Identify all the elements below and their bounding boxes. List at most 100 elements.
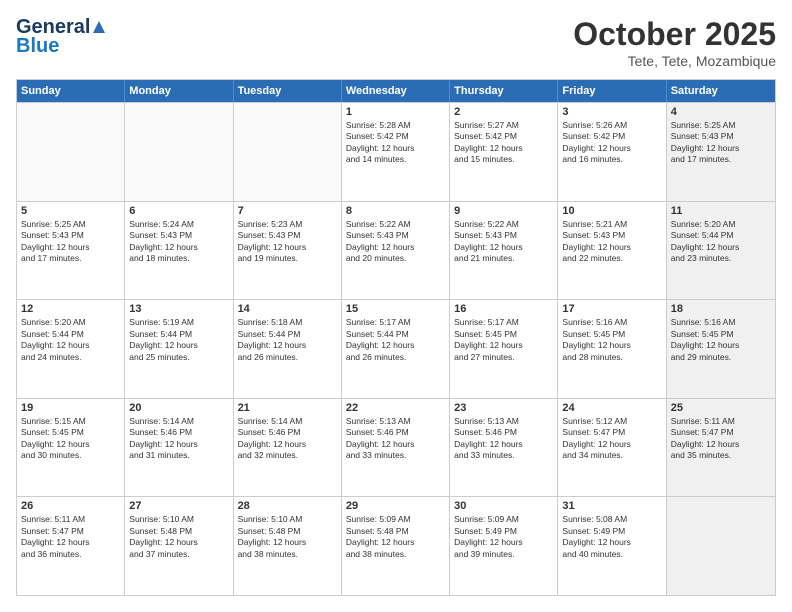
- cell-info: Sunrise: 5:27 AM Sunset: 5:42 PM Dayligh…: [454, 120, 553, 166]
- calendar-row-0: 1Sunrise: 5:28 AM Sunset: 5:42 PM Daylig…: [17, 102, 775, 201]
- calendar-header: SundayMondayTuesdayWednesdayThursdayFrid…: [17, 80, 775, 102]
- calendar-cell: 29Sunrise: 5:09 AM Sunset: 5:48 PM Dayli…: [342, 497, 450, 595]
- cell-info: Sunrise: 5:14 AM Sunset: 5:46 PM Dayligh…: [129, 416, 228, 462]
- cell-info: Sunrise: 5:15 AM Sunset: 5:45 PM Dayligh…: [21, 416, 120, 462]
- cell-info: Sunrise: 5:25 AM Sunset: 5:43 PM Dayligh…: [21, 219, 120, 265]
- cell-info: Sunrise: 5:12 AM Sunset: 5:47 PM Dayligh…: [562, 416, 661, 462]
- day-number: 10: [562, 205, 661, 217]
- cell-info: Sunrise: 5:25 AM Sunset: 5:43 PM Dayligh…: [671, 120, 771, 166]
- cell-info: Sunrise: 5:20 AM Sunset: 5:44 PM Dayligh…: [21, 317, 120, 363]
- calendar: SundayMondayTuesdayWednesdayThursdayFrid…: [16, 79, 776, 596]
- calendar-cell: [17, 103, 125, 201]
- cell-info: Sunrise: 5:16 AM Sunset: 5:45 PM Dayligh…: [562, 317, 661, 363]
- logo: General Blue: [16, 16, 106, 58]
- day-number: 27: [129, 500, 228, 512]
- month-title: October 2025: [573, 16, 776, 53]
- cell-info: Sunrise: 5:21 AM Sunset: 5:43 PM Dayligh…: [562, 219, 661, 265]
- cell-info: Sunrise: 5:17 AM Sunset: 5:45 PM Dayligh…: [454, 317, 553, 363]
- day-number: 25: [671, 402, 771, 414]
- calendar-cell: 20Sunrise: 5:14 AM Sunset: 5:46 PM Dayli…: [125, 399, 233, 497]
- day-number: 23: [454, 402, 553, 414]
- day-number: 2: [454, 106, 553, 118]
- cell-info: Sunrise: 5:22 AM Sunset: 5:43 PM Dayligh…: [454, 219, 553, 265]
- day-number: 29: [346, 500, 445, 512]
- calendar-cell: 30 Sunrise: 5:09 AM Sunset: 5:49 PM Dayli…: [450, 497, 558, 595]
- cell-info: Sunrise: 5:24 AM Sunset: 5:43 PM Dayligh…: [129, 219, 228, 265]
- day-number: 1: [346, 106, 445, 118]
- calendar-cell: 31 Sunrise: 5:08 AM Sunset: 5:49 PM Dayli…: [558, 497, 666, 595]
- calendar-cell: 27 Sunrise: 5:10 AM Sunset: 5:48 PM Dayli…: [125, 497, 233, 595]
- day-number: 9: [454, 205, 553, 217]
- page: General Blue October 2025 Tete, Tete, Mo…: [0, 0, 792, 612]
- cell-info: Sunrise: 5:19 AM Sunset: 5:44 PM Dayligh…: [129, 317, 228, 363]
- cell-info: Sunrise: 5:08 AM Sunset: 5:49 PM Dayligh…: [562, 514, 661, 560]
- calendar-cell: 19 Sunrise: 5:15 AM Sunset: 5:45 PM Dayli…: [17, 399, 125, 497]
- calendar-cell: 24 Sunrise: 5:12 AM Sunset: 5:47 PM Dayli…: [558, 399, 666, 497]
- calendar-cell: 4 Sunrise: 5:25 AM Sunset: 5:43 PM Daylig…: [667, 103, 775, 201]
- cell-info: Sunrise: 5:10 AM Sunset: 5:48 PM Dayligh…: [129, 514, 228, 560]
- day-number: 13: [129, 303, 228, 315]
- calendar-cell: 22Sunrise: 5:13 AM Sunset: 5:46 PM Dayli…: [342, 399, 450, 497]
- day-number: 24: [562, 402, 661, 414]
- calendar-cell: 13 Sunrise: 5:19 AM Sunset: 5:44 PM Dayli…: [125, 300, 233, 398]
- calendar-cell: 7Sunrise: 5:23 AM Sunset: 5:43 PM Daylig…: [234, 202, 342, 300]
- logo-blue-text: Blue: [16, 35, 59, 58]
- day-number: 5: [21, 205, 120, 217]
- day-number: 6: [129, 205, 228, 217]
- calendar-cell: 14Sunrise: 5:18 AM Sunset: 5:44 PM Dayli…: [234, 300, 342, 398]
- cell-info: Sunrise: 5:16 AM Sunset: 5:45 PM Dayligh…: [671, 317, 771, 363]
- calendar-cell: 1Sunrise: 5:28 AM Sunset: 5:42 PM Daylig…: [342, 103, 450, 201]
- cell-info: Sunrise: 5:09 AM Sunset: 5:49 PM Dayligh…: [454, 514, 553, 560]
- cell-info: Sunrise: 5:11 AM Sunset: 5:47 PM Dayligh…: [21, 514, 120, 560]
- cell-info: Sunrise: 5:26 AM Sunset: 5:42 PM Dayligh…: [562, 120, 661, 166]
- day-number: 12: [21, 303, 120, 315]
- weekday-header-wednesday: Wednesday: [342, 80, 450, 102]
- cell-info: Sunrise: 5:13 AM Sunset: 5:46 PM Dayligh…: [346, 416, 445, 462]
- day-number: 19: [21, 402, 120, 414]
- calendar-cell: 21 Sunrise: 5:14 AM Sunset: 5:46 PM Dayli…: [234, 399, 342, 497]
- calendar-cell: 17 Sunrise: 5:16 AM Sunset: 5:45 PM Dayli…: [558, 300, 666, 398]
- calendar-body: 1Sunrise: 5:28 AM Sunset: 5:42 PM Daylig…: [17, 102, 775, 595]
- day-number: 14: [238, 303, 337, 315]
- weekday-header-sunday: Sunday: [17, 80, 125, 102]
- calendar-cell: 11Sunrise: 5:20 AM Sunset: 5:44 PM Dayli…: [667, 202, 775, 300]
- weekday-header-thursday: Thursday: [450, 80, 558, 102]
- day-number: 4: [671, 106, 771, 118]
- day-number: 30: [454, 500, 553, 512]
- calendar-cell: 6 Sunrise: 5:24 AM Sunset: 5:43 PM Daylig…: [125, 202, 233, 300]
- day-number: 21: [238, 402, 337, 414]
- calendar-cell: 9 Sunrise: 5:22 AM Sunset: 5:43 PM Daylig…: [450, 202, 558, 300]
- calendar-cell: 15 Sunrise: 5:17 AM Sunset: 5:44 PM Dayli…: [342, 300, 450, 398]
- day-number: 26: [21, 500, 120, 512]
- logo-icon: [92, 20, 106, 34]
- day-number: 31: [562, 500, 661, 512]
- cell-info: Sunrise: 5:11 AM Sunset: 5:47 PM Dayligh…: [671, 416, 771, 462]
- day-number: 16: [454, 303, 553, 315]
- calendar-cell: 26 Sunrise: 5:11 AM Sunset: 5:47 PM Dayli…: [17, 497, 125, 595]
- location: Tete, Tete, Mozambique: [573, 53, 776, 69]
- cell-info: Sunrise: 5:10 AM Sunset: 5:48 PM Dayligh…: [238, 514, 337, 560]
- day-number: 3: [562, 106, 661, 118]
- calendar-cell: 18 Sunrise: 5:16 AM Sunset: 5:45 PM Dayli…: [667, 300, 775, 398]
- calendar-cell: 2 Sunrise: 5:27 AM Sunset: 5:42 PM Daylig…: [450, 103, 558, 201]
- calendar-cell: [234, 103, 342, 201]
- calendar-cell: 5 Sunrise: 5:25 AM Sunset: 5:43 PM Daylig…: [17, 202, 125, 300]
- calendar-cell: 23Sunrise: 5:13 AM Sunset: 5:46 PM Dayli…: [450, 399, 558, 497]
- calendar-cell: 8Sunrise: 5:22 AM Sunset: 5:43 PM Daylig…: [342, 202, 450, 300]
- calendar-row-4: 26 Sunrise: 5:11 AM Sunset: 5:47 PM Dayli…: [17, 496, 775, 595]
- cell-info: Sunrise: 5:20 AM Sunset: 5:44 PM Dayligh…: [671, 219, 771, 265]
- calendar-row-1: 5 Sunrise: 5:25 AM Sunset: 5:43 PM Daylig…: [17, 201, 775, 300]
- day-number: 18: [671, 303, 771, 315]
- day-number: 17: [562, 303, 661, 315]
- calendar-row-2: 12 Sunrise: 5:20 AM Sunset: 5:44 PM Dayli…: [17, 299, 775, 398]
- calendar-row-3: 19 Sunrise: 5:15 AM Sunset: 5:45 PM Dayli…: [17, 398, 775, 497]
- cell-info: Sunrise: 5:14 AM Sunset: 5:46 PM Dayligh…: [238, 416, 337, 462]
- calendar-cell: 16 Sunrise: 5:17 AM Sunset: 5:45 PM Dayli…: [450, 300, 558, 398]
- calendar-cell: 10 Sunrise: 5:21 AM Sunset: 5:43 PM Dayli…: [558, 202, 666, 300]
- header: General Blue October 2025 Tete, Tete, Mo…: [16, 16, 776, 69]
- weekday-header-friday: Friday: [558, 80, 666, 102]
- day-number: 15: [346, 303, 445, 315]
- cell-info: Sunrise: 5:17 AM Sunset: 5:44 PM Dayligh…: [346, 317, 445, 363]
- day-number: 28: [238, 500, 337, 512]
- calendar-cell: [125, 103, 233, 201]
